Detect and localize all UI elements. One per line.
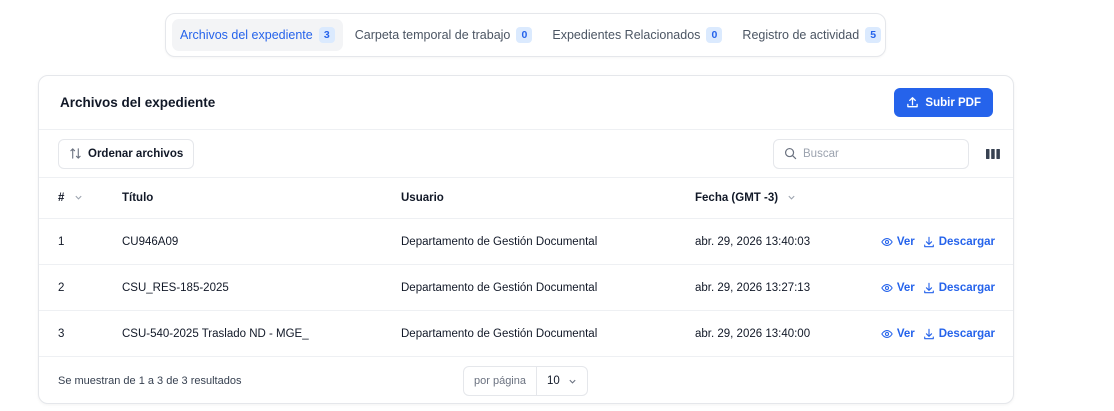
row-num: 1 — [39, 218, 122, 265]
download-button[interactable]: Descargar — [923, 282, 995, 294]
table-row: 3 CSU-540-2025 Traslado ND - MGE_ Depart… — [39, 310, 1013, 357]
download-label: Descargar — [938, 235, 995, 248]
download-icon — [923, 328, 934, 339]
download-button[interactable]: Descargar — [923, 328, 995, 340]
row-date: abr. 29, 2026 13:40:03 — [695, 218, 865, 265]
row-date: abr. 29, 2026 13:27:13 — [695, 264, 865, 311]
col-header-num[interactable]: # — [39, 178, 122, 219]
col-header-title: Título — [122, 178, 401, 219]
view-button[interactable]: Ver — [881, 282, 915, 294]
view-label: Ver — [896, 327, 915, 340]
upload-pdf-label: Subir PDF — [925, 96, 981, 109]
col-header-user: Usuario — [401, 178, 695, 219]
tab-count-badge: 0 — [706, 27, 723, 43]
results-summary: Se muestran de 1 a 3 de 3 resultados — [58, 374, 242, 387]
row-user: Departamento de Gestión Documental — [401, 218, 695, 265]
view-button[interactable]: Ver — [881, 328, 915, 340]
view-label: Ver — [896, 281, 915, 294]
table-header-row: # Título Usuario Fecha (GMT -3) — [39, 178, 1013, 219]
table-footer: Se muestran de 1 a 3 de 3 resultados por… — [39, 357, 1013, 403]
table-toolbar: Ordenar archivos — [39, 130, 1013, 178]
view-button[interactable]: Ver — [881, 236, 915, 248]
card-title: Archivos del expediente — [60, 95, 216, 110]
search-box — [773, 138, 969, 169]
row-actions: Ver Descargar — [865, 218, 1013, 265]
tab-count-badge: 5 — [865, 27, 882, 43]
tab-archivos-del-expediente[interactable]: Archivos del expediente 3 — [172, 19, 343, 51]
tab-label: Expedientes Relacionados — [552, 28, 701, 42]
col-header-date[interactable]: Fecha (GMT -3) — [695, 178, 865, 219]
per-page-label: por página — [464, 367, 537, 395]
download-button[interactable]: Descargar — [923, 236, 995, 248]
search-input[interactable] — [803, 147, 953, 160]
download-icon — [923, 236, 934, 247]
table-row: 2 CSU_RES-185-2025 Departamento de Gesti… — [39, 264, 1013, 311]
tab-label: Registro de actividad — [742, 28, 860, 42]
row-title: CSU_RES-185-2025 — [122, 264, 401, 311]
eye-icon — [881, 283, 893, 292]
tab-count-badge: 0 — [516, 27, 533, 43]
col-header-num-label: # — [58, 192, 65, 204]
eye-icon — [881, 237, 893, 246]
download-icon — [923, 282, 934, 293]
download-label: Descargar — [938, 281, 995, 294]
col-header-actions — [865, 178, 1013, 219]
sort-files-button[interactable]: Ordenar archivos — [58, 138, 195, 169]
row-user: Departamento de Gestión Documental — [401, 310, 695, 357]
upload-icon — [907, 97, 919, 108]
sort-arrows-icon — [70, 148, 81, 159]
toolbar-right — [773, 138, 1003, 169]
row-actions: Ver Descargar — [865, 264, 1013, 311]
row-num: 3 — [39, 310, 122, 357]
tab-carpeta-temporal[interactable]: Carpeta temporal de trabajo 0 — [347, 19, 541, 51]
tab-count-badge: 3 — [318, 27, 335, 43]
col-header-date-label: Fecha (GMT -3) — [695, 192, 779, 204]
per-page-select[interactable]: 10 — [537, 375, 587, 387]
chevron-down-icon — [788, 196, 795, 201]
tab-registro-de-actividad[interactable]: Registro de actividad 5 — [734, 19, 889, 51]
row-user: Departamento de Gestión Documental — [401, 264, 695, 311]
upload-pdf-button[interactable]: Subir PDF — [894, 88, 993, 117]
row-num: 2 — [39, 264, 122, 311]
row-title: CSU-540-2025 Traslado ND - MGE_ — [122, 310, 401, 357]
per-page-control: por página 10 — [463, 366, 588, 396]
tab-expedientes-relacionados[interactable]: Expedientes Relacionados 0 — [544, 19, 730, 51]
chevron-down-icon — [569, 379, 576, 384]
download-label: Descargar — [938, 327, 995, 340]
columns-toggle-button[interactable] — [983, 144, 1003, 164]
files-card: Archivos del expediente Subir PDF Ordena… — [38, 75, 1014, 404]
view-label: Ver — [896, 235, 915, 248]
row-date: abr. 29, 2026 13:40:00 — [695, 310, 865, 357]
tab-bar: Archivos del expediente 3 Carpeta tempor… — [165, 13, 886, 57]
search-icon — [784, 147, 797, 160]
tab-label: Archivos del expediente — [180, 28, 313, 42]
row-actions: Ver Descargar — [865, 310, 1013, 357]
table-row: 1 CU946A09 Departamento de Gestión Docum… — [39, 218, 1013, 265]
tab-label: Carpeta temporal de trabajo — [354, 28, 511, 42]
per-page-value: 10 — [547, 375, 560, 387]
chevron-down-icon — [75, 196, 82, 201]
card-header: Archivos del expediente Subir PDF — [39, 76, 1013, 130]
files-table: # Título Usuario Fecha (GMT -3) 1 CU946A… — [39, 178, 1013, 357]
columns-icon — [986, 148, 1000, 159]
eye-icon — [881, 329, 893, 338]
sort-files-label: Ordenar archivos — [88, 147, 184, 160]
row-title: CU946A09 — [122, 218, 401, 265]
